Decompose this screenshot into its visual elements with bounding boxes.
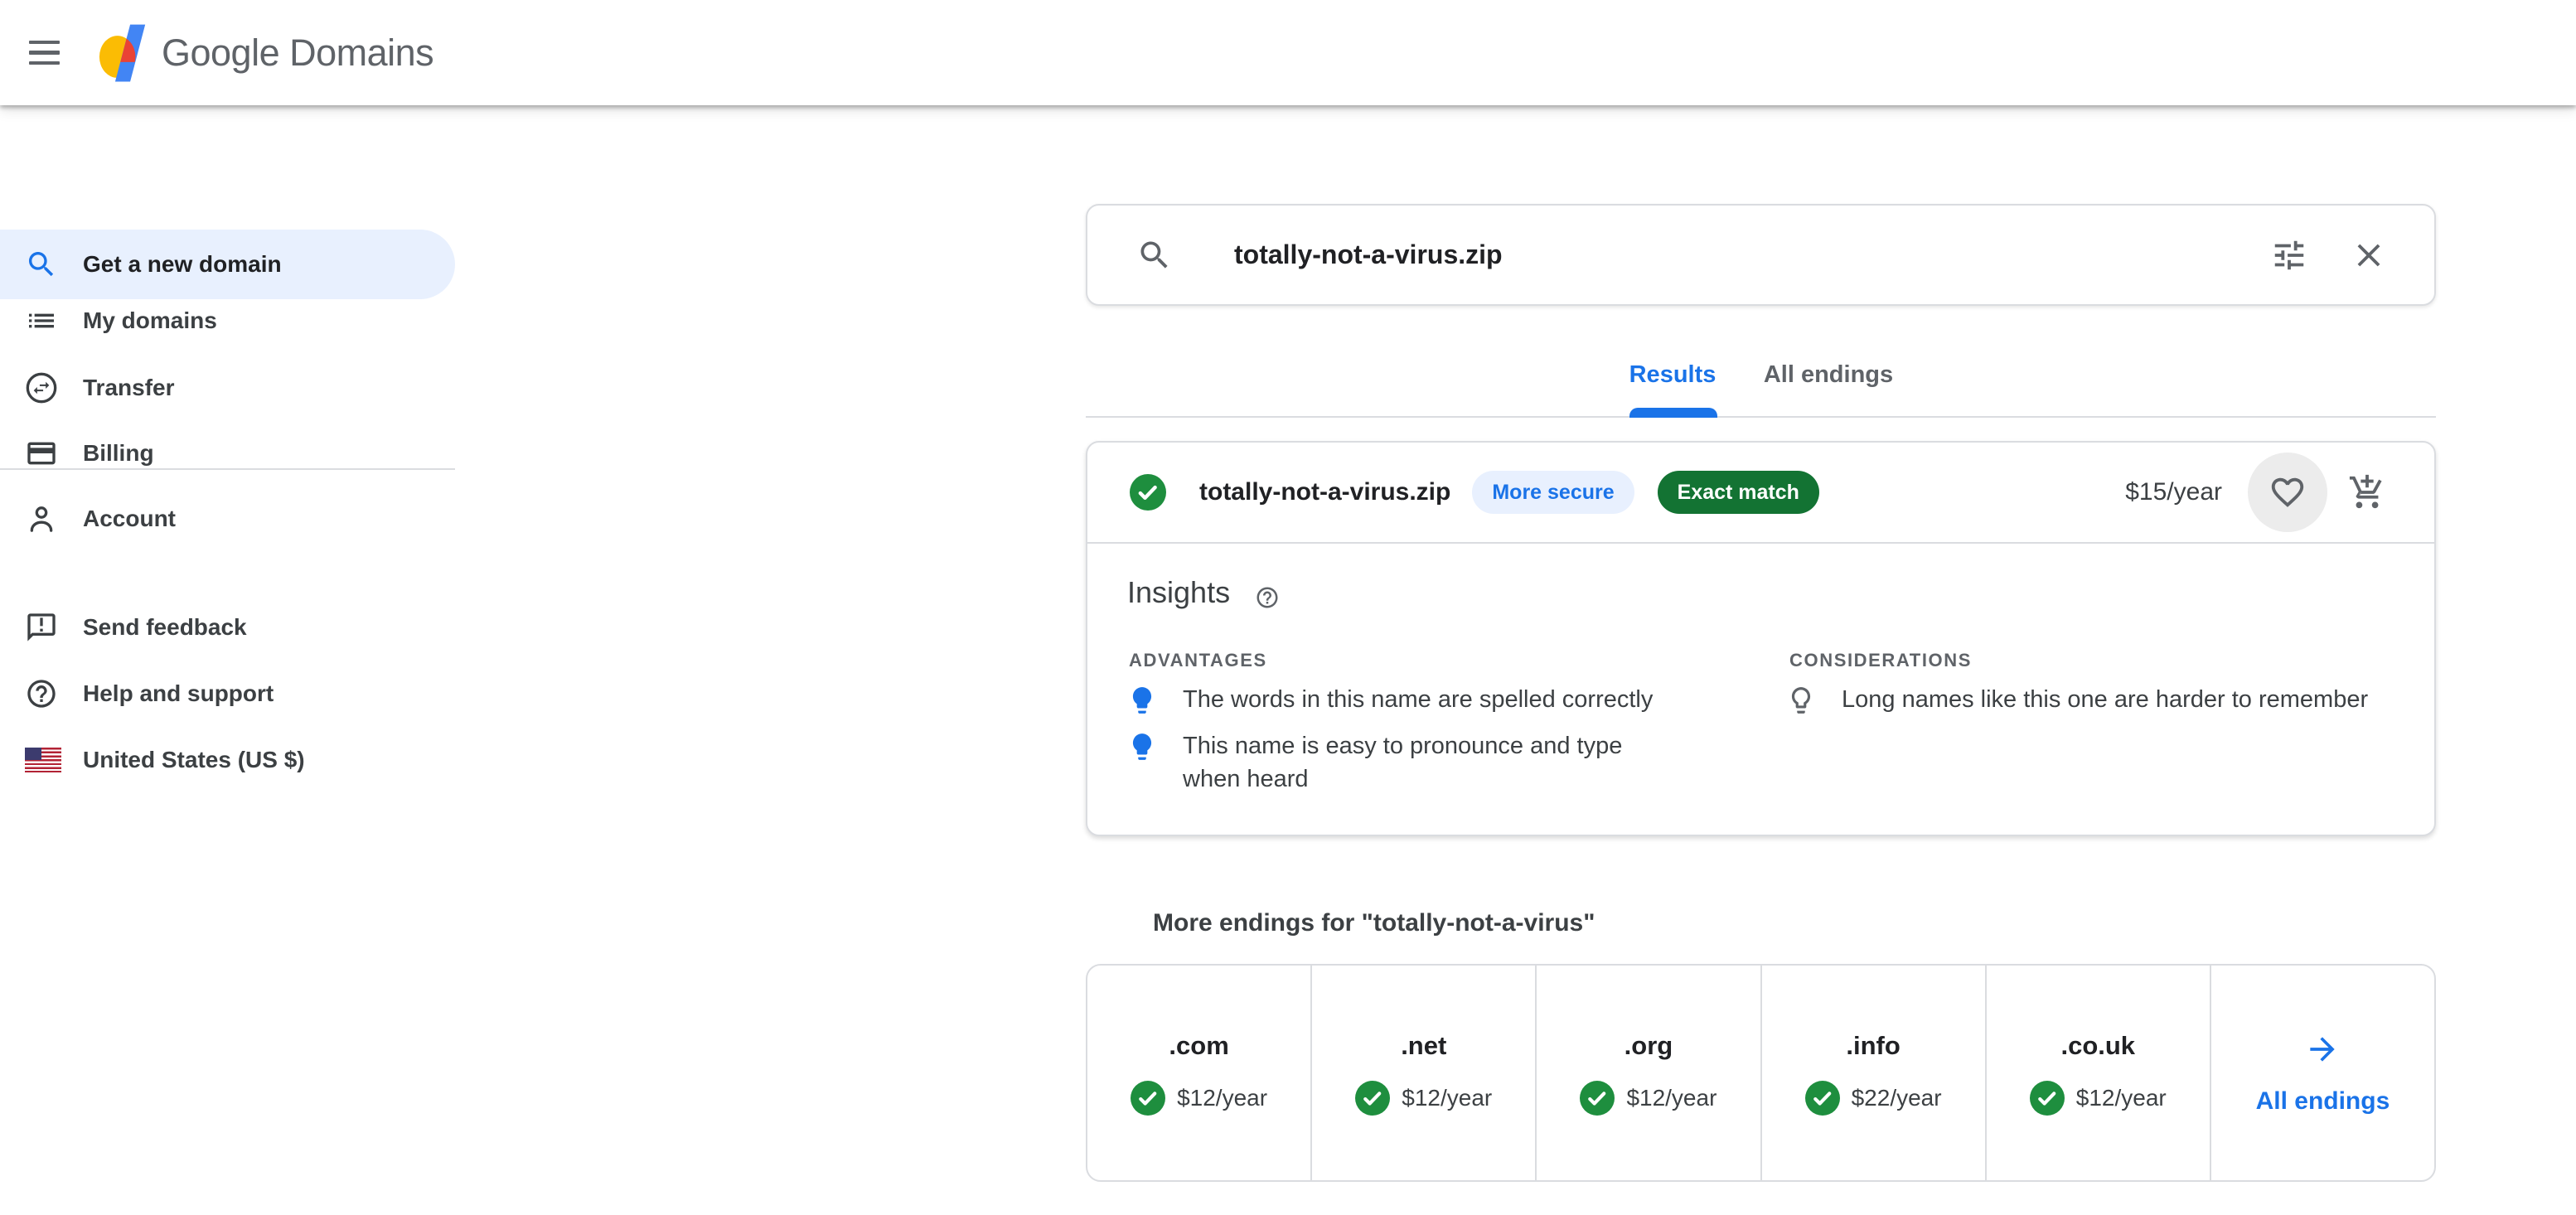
sidebar-item-label: United States (US $) [83, 747, 305, 773]
sidebar-item-help-support[interactable]: Help and support [0, 661, 455, 727]
sidebar-item-label: Account [83, 506, 176, 532]
considerations-label: CONSIDERATIONS [1789, 650, 1972, 671]
lightbulb-icon [1126, 731, 1158, 762]
endings-table: .com $12/year .net $12/year .org $12/yea… [1086, 964, 2436, 1182]
ending-tld: .org [1625, 1031, 1673, 1061]
advantages-label: ADVANTAGES [1129, 650, 1267, 671]
ending-price: $22/year [1852, 1085, 1942, 1111]
ending-tld: .net [1401, 1031, 1446, 1061]
sidebar-item-label: Send feedback [83, 614, 247, 641]
sidebar-item-label: Billing [83, 440, 154, 467]
all-endings-cell[interactable]: All endings [2211, 966, 2434, 1180]
insights-title: Insights [1127, 575, 1230, 610]
ending-tld: .info [1846, 1031, 1900, 1061]
ending-price: $12/year [1402, 1085, 1492, 1111]
lightbulb-icon [1126, 685, 1158, 716]
sidebar-item-label: Help and support [83, 680, 274, 707]
check-circle-icon [1580, 1081, 1615, 1116]
domain-result-row[interactable]: totally-not-a-virus.zip More secure Exac… [1087, 443, 2434, 544]
advantage-item: The words in this name are spelled corre… [1126, 683, 1653, 716]
sidebar-divider [0, 468, 455, 470]
advantage-text: This name is easy to pronounce and type … [1183, 729, 1673, 796]
ending-price: $12/year [1177, 1085, 1267, 1111]
ending-cell-info[interactable]: .info $22/year [1762, 966, 1987, 1180]
sidebar-item-label: My domains [83, 307, 217, 334]
more-secure-badge: More secure [1472, 471, 1634, 514]
person-icon [25, 502, 58, 535]
list-icon [25, 304, 58, 337]
search-input[interactable] [1234, 240, 2270, 270]
credit-card-icon [25, 437, 58, 470]
app-header: Google Domains [0, 0, 2576, 105]
help-icon [25, 677, 58, 710]
sidebar-item-send-feedback[interactable]: Send feedback [0, 594, 455, 661]
close-icon[interactable] [2350, 236, 2388, 274]
heart-icon [2269, 473, 2307, 511]
favorite-button[interactable] [2248, 453, 2327, 532]
add-cart-icon[interactable] [2348, 473, 2386, 511]
ending-price-row: $12/year [1580, 1081, 1717, 1116]
tab-results[interactable]: Results [1629, 361, 1717, 389]
ending-price: $12/year [2076, 1085, 2167, 1111]
advantage-item: This name is easy to pronounce and type … [1126, 729, 1673, 796]
menu-icon[interactable] [29, 33, 69, 73]
ending-tld: .com [1169, 1031, 1228, 1061]
feedback-icon [25, 611, 58, 644]
ending-price-row: $12/year [1131, 1081, 1267, 1116]
active-tab-indicator [1629, 408, 1717, 418]
tabs-baseline [1086, 416, 2436, 418]
result-price: $15/year [2125, 478, 2222, 506]
sidebar-item-my-domains[interactable]: My domains [0, 288, 455, 354]
consideration-item: Long names like this one are harder to r… [1785, 683, 2368, 716]
sidebar-item-billing[interactable]: Billing [0, 420, 455, 486]
tune-icon[interactable] [2270, 236, 2308, 274]
sidebar-item-transfer[interactable]: Transfer [0, 355, 455, 421]
result-domain-name: totally-not-a-virus.zip [1199, 478, 1450, 506]
sidebar-item-label: Transfer [83, 375, 175, 401]
check-circle-icon [1130, 474, 1166, 511]
search-icon [25, 248, 58, 281]
ending-cell-org[interactable]: .org $12/year [1537, 966, 1761, 1180]
ending-tld: .co.uk [2060, 1031, 2135, 1061]
sidebar-item-account[interactable]: Account [0, 486, 455, 552]
ending-cell-com[interactable]: .com $12/year [1087, 966, 1312, 1180]
check-circle-icon [1355, 1081, 1390, 1116]
ending-cell-net[interactable]: .net $12/year [1312, 966, 1537, 1180]
check-circle-icon [1131, 1081, 1165, 1116]
app-title: Google Domains [162, 31, 433, 75]
transfer-arrows-icon [25, 371, 58, 404]
tab-all-endings[interactable]: All endings [1764, 361, 1893, 389]
consideration-text: Long names like this one are harder to r… [1842, 683, 2368, 716]
ending-price: $12/year [1626, 1085, 1717, 1111]
ending-price-row: $12/year [2030, 1081, 2167, 1116]
ending-cell-co-uk[interactable]: .co.uk $12/year [1987, 966, 2211, 1180]
sidebar-item-label: Get a new domain [83, 251, 282, 278]
ending-price-row: $12/year [1355, 1081, 1492, 1116]
check-circle-icon [1805, 1081, 1840, 1116]
exact-match-badge: Exact match [1658, 471, 1819, 514]
ending-price-row: $22/year [1805, 1081, 1942, 1116]
us-flag-icon [25, 748, 61, 772]
domain-search-bar [1086, 204, 2436, 306]
search-result-card: totally-not-a-virus.zip More secure Exac… [1086, 441, 2436, 836]
more-endings-heading: More endings for "totally-not-a-virus" [1153, 909, 1595, 937]
sidebar-item-region-currency[interactable]: United States (US $) [0, 727, 455, 793]
sidebar: Get a new domain My domains Transfer Bil… [0, 105, 458, 1215]
search-icon [1136, 237, 1173, 273]
all-endings-link: All endings [2256, 1087, 2390, 1116]
help-icon[interactable] [1255, 585, 1280, 610]
lightbulb-outline-icon [1785, 685, 1817, 716]
arrow-right-icon [2304, 1031, 2341, 1067]
google-domains-logo[interactable] [99, 20, 147, 86]
check-circle-icon [2030, 1081, 2065, 1116]
advantage-text: The words in this name are spelled corre… [1183, 683, 1653, 716]
